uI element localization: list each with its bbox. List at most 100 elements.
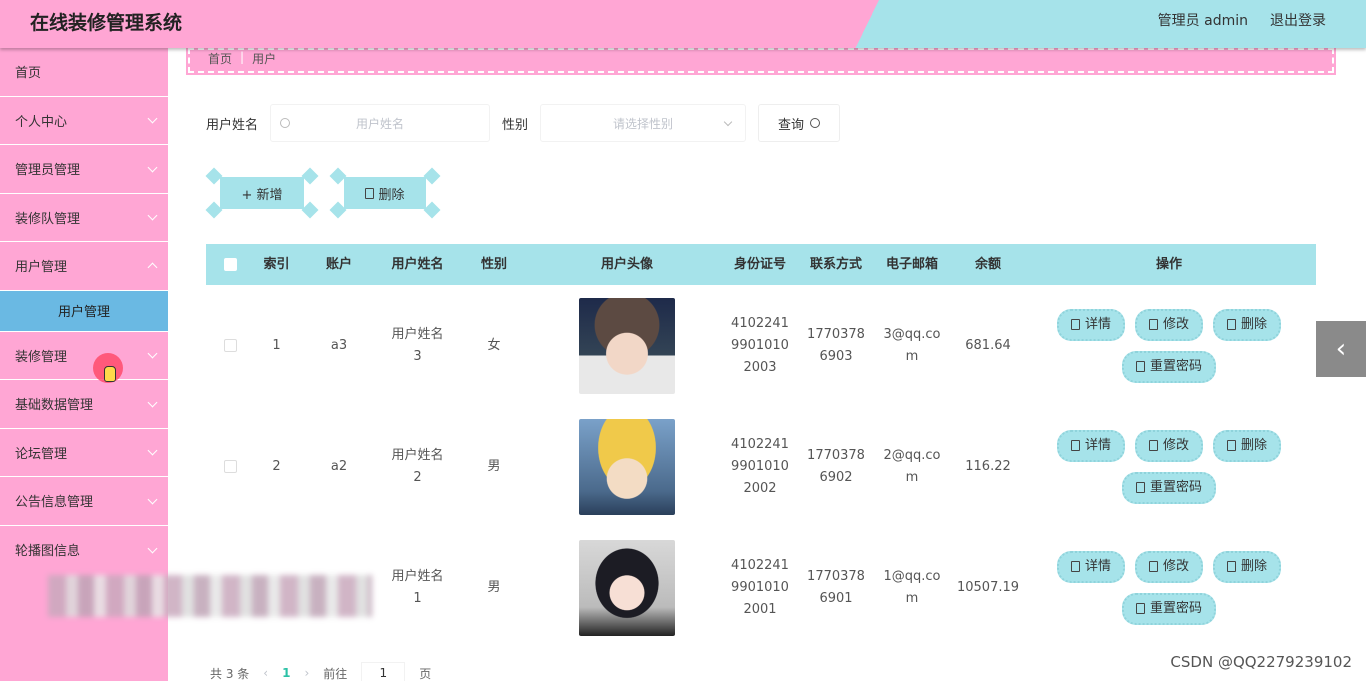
prev-page-icon[interactable]: ‹ <box>263 666 268 680</box>
col-account: 账户 <box>325 256 352 272</box>
sidebar-subitem-user-management[interactable]: 用户管理 <box>0 290 168 332</box>
admin-user-label[interactable]: 管理员 admin <box>1158 10 1248 30</box>
edit-label: 修改 <box>1162 316 1189 332</box>
trash-icon <box>1227 319 1236 330</box>
reset-password-button[interactable]: 重置密码 <box>1121 592 1216 625</box>
row-select-cell <box>206 460 254 473</box>
avatar <box>579 418 675 515</box>
cell-account: a2 <box>330 458 348 474</box>
gender-select[interactable]: 请选择性别 <box>540 104 747 142</box>
corner-decoration <box>423 201 441 219</box>
detail-button[interactable]: 详情 <box>1056 429 1125 462</box>
reset-password-button[interactable]: 重置密码 <box>1121 471 1216 504</box>
current-page-number[interactable]: 1 <box>282 666 290 680</box>
cell-actions: 详情 修改 删除 重置密码 <box>1026 308 1312 383</box>
select-all-checkbox[interactable] <box>223 258 237 271</box>
gender-field-label: 性别 <box>502 117 529 133</box>
reset-password-label: 重置密码 <box>1149 600 1202 616</box>
row-actions: 详情 修改 删除 重置密码 <box>1039 308 1299 383</box>
sidebar-item-carousel[interactable]: 轮播图信息 <box>0 526 168 574</box>
trash-icon <box>1227 440 1236 451</box>
trash-icon <box>365 187 375 199</box>
cell-name: 用户姓名1 <box>391 568 444 606</box>
row-checkbox[interactable] <box>223 339 237 352</box>
sidebar-item-label: 个人中心 <box>15 114 68 130</box>
cell-avatar <box>532 297 722 394</box>
sidebar-item-renovation-management[interactable]: 装修管理 <box>0 332 168 380</box>
row-checkbox[interactable] <box>223 460 237 473</box>
pencil-icon <box>1148 440 1158 451</box>
goto-label: 前往 <box>323 666 348 681</box>
sidebar-item-team-management[interactable]: 装修队管理 <box>0 194 168 242</box>
breadcrumb-home[interactable]: 首页 <box>208 50 232 67</box>
cell-actions: 详情 修改 删除 重置密码 <box>1026 550 1312 625</box>
edit-button[interactable]: 修改 <box>1134 429 1203 462</box>
sidebar-item-label: 装修队管理 <box>15 211 81 227</box>
avatar <box>579 539 675 636</box>
cell-email: 3@qq.com <box>883 326 941 364</box>
chevron-left-icon[interactable]: ‹ <box>1316 321 1366 377</box>
reset-password-button[interactable]: 重置密码 <box>1121 350 1216 383</box>
reset-password-label: 重置密码 <box>1149 479 1202 495</box>
col-email: 电子邮箱 <box>885 256 938 272</box>
edit-label: 修改 <box>1162 558 1189 574</box>
sidebar-item-basic-data[interactable]: 基础数据管理 <box>0 380 168 429</box>
next-page-icon[interactable]: › <box>304 666 309 680</box>
cell-phone: 17703786902 <box>807 447 865 485</box>
col-gender: 性别 <box>480 256 507 272</box>
document-icon <box>1070 561 1080 572</box>
pencil-icon <box>1148 319 1158 330</box>
sidebar-item-label: 基础数据管理 <box>15 398 94 414</box>
row-delete-button[interactable]: 删除 <box>1213 308 1282 341</box>
detail-label: 详情 <box>1084 437 1111 453</box>
row-delete-button[interactable]: 删除 <box>1213 550 1282 583</box>
sidebar-item-label: 公告信息管理 <box>15 495 94 511</box>
blurred-overlay <box>48 575 372 617</box>
add-button[interactable]: + 新增 <box>220 177 304 209</box>
chevron-down-icon <box>147 397 158 408</box>
chevron-down-icon <box>147 348 158 359</box>
logout-button[interactable]: 退出登录 <box>1270 10 1326 30</box>
cell-gender: 男 <box>487 579 501 595</box>
breadcrumb-current: 用户 <box>252 52 277 66</box>
edit-button[interactable]: 修改 <box>1134 308 1203 341</box>
cell-name: 用户姓名2 <box>391 447 444 485</box>
sidebar-item-forum[interactable]: 论坛管理 <box>0 429 168 477</box>
document-icon <box>1135 603 1145 614</box>
sidebar-item-user-management[interactable]: 用户管理 <box>0 242 168 291</box>
delete-label: 删除 <box>1241 316 1268 332</box>
document-icon <box>1070 440 1080 451</box>
edit-label: 修改 <box>1162 437 1189 453</box>
document-icon <box>1135 361 1145 372</box>
cell-name: 用户姓名3 <box>391 326 444 364</box>
edit-button[interactable]: 修改 <box>1134 550 1203 583</box>
sidebar-item-personal-center[interactable]: 个人中心 <box>0 97 168 145</box>
query-button[interactable]: 查询 <box>758 104 841 142</box>
sidebar-item-admin-management[interactable]: 管理员管理 <box>0 145 168 194</box>
app-title: 在线装修管理系统 <box>30 12 183 34</box>
col-balance: 余额 <box>974 256 1001 272</box>
chevron-down-icon <box>147 113 158 124</box>
sidebar-item-home[interactable]: 首页 <box>0 48 168 97</box>
sidebar-item-announcement[interactable]: 公告信息管理 <box>0 477 168 526</box>
cell-balance: 10507.19 <box>956 579 1020 595</box>
sidebar-item-label: 管理员管理 <box>15 163 81 179</box>
table-row: 2 a2 用户姓名2 男 410224199010102002 17703786… <box>206 406 1316 527</box>
table-row: 用户姓名1 男 410224199010102001 17703786901 1… <box>206 527 1316 648</box>
delete-label: 删除 <box>1241 437 1268 453</box>
name-search-input[interactable]: 用户姓名 <box>270 104 491 142</box>
corner-decoration <box>423 167 441 185</box>
name-input-placeholder: 用户姓名 <box>356 116 405 131</box>
page-unit-label: 页 <box>419 666 432 681</box>
query-button-label: 查询 <box>778 117 805 133</box>
row-actions: 详情 修改 删除 重置密码 <box>1039 429 1299 504</box>
detail-button[interactable]: 详情 <box>1056 550 1125 583</box>
cell-avatar <box>532 418 722 515</box>
reset-password-label: 重置密码 <box>1149 358 1202 374</box>
select-all-cell <box>206 258 254 271</box>
detail-button[interactable]: 详情 <box>1056 308 1125 341</box>
goto-page-input[interactable]: 1 <box>361 662 406 681</box>
pagination-total: 共 3 条 <box>210 666 250 681</box>
delete-button[interactable]: 删除 <box>344 177 426 209</box>
row-delete-button[interactable]: 删除 <box>1213 429 1282 462</box>
